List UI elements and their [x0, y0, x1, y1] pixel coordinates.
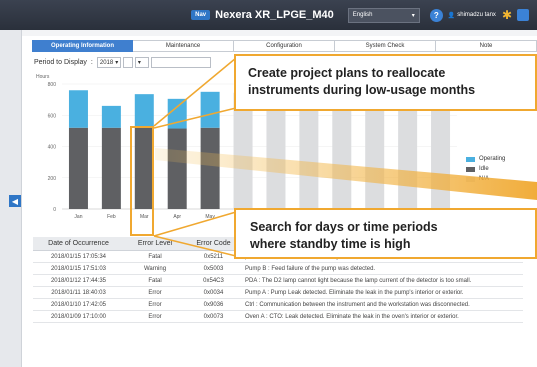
cell-description: Ctrl : Communication between the instrum…: [245, 301, 470, 308]
cell-level: Warning: [143, 265, 167, 272]
tab-note[interactable]: Note: [436, 40, 537, 52]
y-tick-label: 800: [48, 82, 57, 88]
cell-code: 0x54C3: [203, 277, 224, 284]
help-icon[interactable]: ?: [429, 8, 443, 22]
legend-idle: Idle: [466, 166, 505, 172]
bar-operating: [134, 94, 154, 127]
cell-level: Error: [148, 289, 162, 296]
bar-operating: [68, 90, 88, 128]
cell-description: Pump A : Pump Leak detected. Eliminate t…: [245, 289, 464, 296]
tab-operating-information[interactable]: Operating Information: [32, 40, 133, 52]
y-tick-label: 0: [53, 207, 56, 213]
bar-operating: [167, 98, 187, 129]
callout-standby: Search for days or time periods where st…: [234, 208, 537, 259]
legend-swatch-na: [466, 176, 475, 182]
gear-icon[interactable]: ✱: [502, 8, 512, 22]
legend-label: N/A: [479, 176, 490, 182]
chart-legend: Operating Idle N/A: [466, 156, 505, 186]
legend-swatch-idle: [466, 166, 475, 172]
x-tick-label: Feb: [107, 214, 116, 220]
header-error-code[interactable]: Error Code: [186, 237, 241, 250]
cell-date: 2018/01/15 17:05:34: [50, 253, 107, 260]
cell-level: Fatal: [148, 277, 162, 284]
language-value: English: [352, 12, 373, 18]
legend-na: N/A: [466, 176, 505, 182]
year-value: 2018: [99, 59, 114, 66]
tab-configuration[interactable]: Configuration: [234, 40, 335, 52]
dropdown-arrow-icon: ▾: [115, 60, 119, 66]
y-tick-label: 200: [48, 176, 57, 182]
y-axis-label: Hours: [36, 74, 50, 80]
cell-description: Pump B : Feed failure of the pump was de…: [245, 265, 376, 272]
user-name: shimadzu tanx: [457, 12, 496, 18]
bar-operating: [200, 91, 220, 128]
bar-idle: [68, 127, 88, 209]
period-label: Period to Display: [34, 59, 87, 66]
user-menu[interactable]: 👤 shimadzu tanx: [448, 12, 496, 19]
table-row[interactable]: 2018/01/11 18:40:03 Error 0x0034 Pump A …: [33, 287, 523, 299]
cell-code: 0x5003: [203, 265, 224, 272]
callout-top-line1: Create project plans to reallocate: [248, 66, 446, 80]
table-row[interactable]: 2018/01/12 17:44:35 Fatal 0x54C3 PDA : T…: [33, 275, 523, 287]
month-dropdown[interactable]: ▾: [134, 57, 149, 68]
cell-code: 0x0073: [203, 313, 224, 320]
bar-idle: [101, 127, 121, 209]
period-selector: Period to Display : 2018 ▾ ▾: [34, 57, 213, 68]
cell-date: 2018/01/15 17:51:03: [50, 265, 107, 272]
cell-level: Error: [148, 301, 162, 308]
x-tick-label: May: [205, 214, 215, 220]
month-select[interactable]: [122, 57, 133, 68]
dropdown-arrow-icon: ▾: [411, 12, 415, 19]
table-row[interactable]: 2018/01/15 17:51:03 Warning 0x5003 Pump …: [33, 263, 523, 275]
cell-description: PDA : The D2 lamp cannot light because t…: [245, 277, 472, 284]
cell-date: 2018/01/11 18:40:03: [51, 289, 106, 296]
cell-date: 2018/01/09 17:10:00: [50, 313, 107, 320]
callout-bottom-line1: Search for days or time periods: [250, 220, 438, 234]
legend-label: Operating: [479, 156, 506, 162]
header-date[interactable]: Date of Occurrence: [33, 237, 124, 250]
cell-code: 0x5211: [203, 253, 224, 260]
cell-date: 2018/01/12 17:44:35: [50, 277, 107, 284]
bar-idle: [167, 128, 187, 209]
y-tick-label: 400: [48, 145, 57, 151]
callout-top-line2: instruments during low-usage months: [248, 83, 476, 97]
instrument-title: Nexera XR_LPGE_M40: [215, 9, 334, 21]
user-icon: 👤: [447, 12, 456, 19]
tab-bar: Operating Information Maintenance Config…: [32, 40, 537, 52]
period-colon: :: [90, 59, 93, 66]
cell-level: Error: [148, 313, 162, 320]
nav-badge: Nav: [191, 10, 211, 20]
year-select[interactable]: 2018 ▾: [96, 57, 121, 68]
y-tick-label: 600: [48, 113, 57, 119]
callout-reallocate: Create project plans to reallocate instr…: [234, 54, 537, 111]
tab-maintenance[interactable]: Maintenance: [133, 40, 234, 52]
cell-code: 0x9036: [203, 301, 224, 308]
callout-bottom-line2: where standby time is high: [250, 237, 411, 251]
header-error-level[interactable]: Error Level: [124, 237, 186, 250]
x-tick-label: Apr: [173, 214, 181, 220]
bar-idle: [200, 127, 220, 209]
cell-description: Oven A : CTO: Leak detected. Eliminate t…: [245, 313, 459, 320]
left-arrow-icon[interactable]: ◀: [9, 195, 21, 207]
highlighted-bar-outline: [130, 126, 154, 236]
legend-swatch-operating: [466, 156, 475, 162]
window-icon[interactable]: [517, 9, 529, 21]
language-select[interactable]: English ▾: [347, 7, 420, 23]
x-tick-label: Jan: [74, 214, 82, 220]
table-row[interactable]: 2018/01/10 17:42:05 Error 0x9036 Ctrl : …: [33, 299, 523, 311]
legend-operating: Operating: [466, 156, 505, 162]
top-bar: Nav Nexera XR_LPGE_M40 English ▾ ? 👤 shi…: [0, 0, 537, 30]
table-row[interactable]: 2018/01/09 17:10:00 Error 0x0073 Oven A …: [33, 311, 523, 323]
cell-level: Fatal: [148, 253, 162, 260]
dropdown-arrow-icon: ▾: [137, 60, 141, 66]
legend-label: Idle: [479, 166, 489, 172]
tab-system-check[interactable]: System Check: [335, 40, 436, 52]
range-select[interactable]: [150, 57, 211, 68]
cell-date: 2018/01/10 17:42:05: [50, 301, 107, 308]
cell-code: 0x0034: [203, 289, 224, 296]
bar-operating: [101, 105, 121, 128]
